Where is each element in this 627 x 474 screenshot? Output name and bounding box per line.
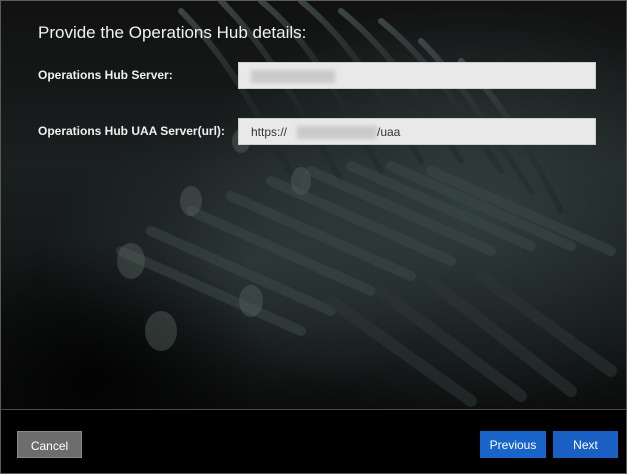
installer-window: Provide the Operations Hub details: Oper… xyxy=(0,0,627,474)
page-title: Provide the Operations Hub details: xyxy=(38,23,307,42)
server-input[interactable] xyxy=(238,62,596,89)
cancel-button[interactable]: Cancel xyxy=(17,431,82,458)
previous-button[interactable]: Previous xyxy=(480,431,546,458)
redacted-value xyxy=(251,70,335,83)
uaa-server-label: Operations Hub UAA Server(url): xyxy=(38,124,225,138)
uaa-server-input[interactable]: https:// /uaa xyxy=(238,118,596,145)
footer-bar: Cancel Previous Next xyxy=(1,410,626,473)
uaa-url-prefix: https:// xyxy=(251,125,288,139)
uaa-url-suffix: /uaa xyxy=(377,125,401,139)
redacted-value xyxy=(297,126,377,139)
server-label: Operations Hub Server: xyxy=(38,68,173,82)
next-button[interactable]: Next xyxy=(553,431,618,458)
